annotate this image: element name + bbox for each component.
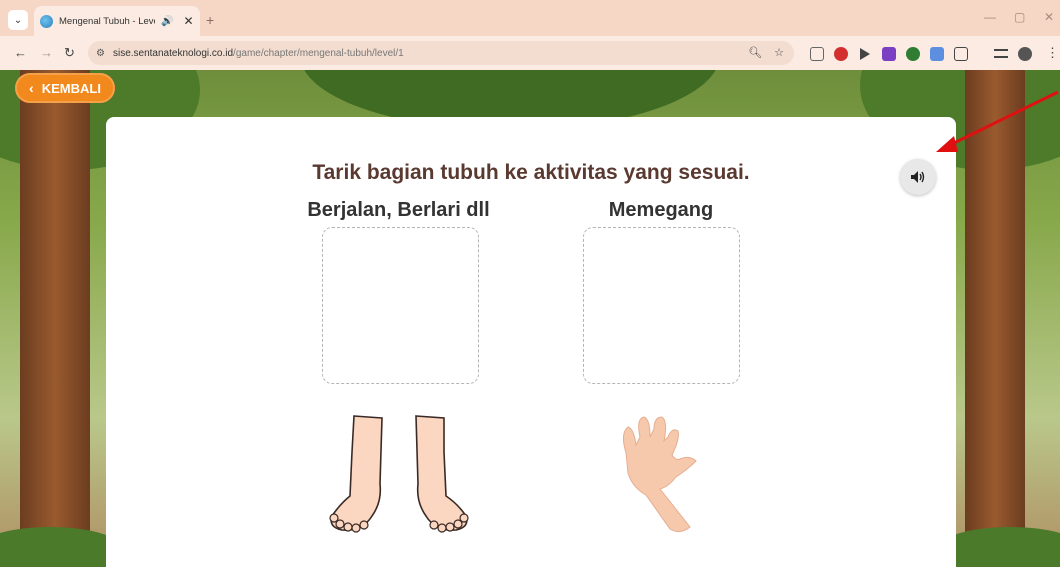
cursor-extension-icon[interactable] — [860, 48, 870, 60]
extension-green-icon[interactable] — [906, 47, 920, 61]
speaker-button[interactable] — [900, 159, 936, 195]
category-title-walking: Berjalan, Berlari dll — [307, 199, 490, 221]
drop-zone-walking[interactable] — [322, 227, 479, 384]
site-favicon-icon — [40, 14, 53, 28]
tree-trunk-right — [965, 70, 1025, 567]
extensions-puzzle-icon[interactable] — [954, 47, 968, 61]
browser-toolbar: ← → ↻ ⚙ sise.sentanateknologi.co.id /gam… — [0, 36, 1060, 70]
address-bar[interactable]: ⚙ sise.sentanateknologi.co.id /game/chap… — [88, 41, 794, 65]
browser-tab-bar: ⌄ Mengenal Tubuh - Level - 1 🔊 ✕ + — ▢ ✕ — [0, 0, 1060, 36]
kembali-button[interactable]: ‹ KEMBALI — [15, 73, 115, 103]
kembali-label: KEMBALI — [41, 80, 101, 96]
tab-search-button[interactable]: ⌄ — [8, 10, 28, 30]
hand-drag-item[interactable] — [606, 415, 716, 535]
minimize-icon[interactable]: — — [984, 10, 996, 24]
chevron-left-icon: ‹ — [29, 80, 34, 96]
speaker-icon — [911, 171, 925, 183]
game-page: ‹ KEMBALI Tarik bagian tubuh ke aktivita… — [0, 70, 1060, 567]
more-menu-icon[interactable]: ⋮ — [1046, 45, 1059, 61]
close-window-icon[interactable]: ✕ — [1044, 10, 1054, 24]
grass-right — [940, 527, 1060, 567]
site-info-icon[interactable]: ⚙ — [96, 48, 105, 59]
instruction-text: Tarik bagian tubuh ke aktivitas yang ses… — [312, 161, 750, 184]
new-tab-button[interactable]: + — [206, 12, 214, 28]
tab-title: Mengenal Tubuh - Level - 1 — [59, 15, 155, 27]
feet-drag-item[interactable] — [324, 412, 474, 537]
browser-tab[interactable]: Mengenal Tubuh - Level - 1 🔊 ✕ — [34, 6, 200, 36]
bookmark-star-icon[interactable]: ☆ — [774, 46, 784, 59]
screenshot-extension-icon[interactable] — [810, 47, 824, 61]
back-arrow-icon[interactable]: ← — [14, 45, 27, 60]
url-path: /game/chapter/mengenal-tubuh/level/1 — [233, 47, 404, 59]
tree-trunk-left — [20, 70, 90, 567]
game-card: Tarik bagian tubuh ke aktivitas yang ses… — [106, 117, 956, 567]
drop-zone-holding[interactable] — [583, 227, 740, 384]
forward-arrow-icon[interactable]: → — [40, 45, 53, 60]
extension-red-icon[interactable] — [834, 47, 848, 61]
profile-avatar-icon[interactable] — [1018, 47, 1032, 61]
reading-list-icon[interactable] — [994, 49, 1008, 58]
extension-purple-icon[interactable] — [882, 47, 896, 61]
reload-icon[interactable]: ↻ — [64, 45, 75, 61]
extension-blue-icon[interactable] — [930, 47, 944, 61]
restore-icon[interactable]: ▢ — [1014, 10, 1025, 24]
url-host: sise.sentanateknologi.co.id — [112, 47, 234, 59]
category-title-holding: Memegang — [608, 199, 714, 221]
grass-left — [0, 527, 120, 567]
tab-close-icon[interactable]: ✕ — [183, 14, 193, 28]
tab-audio-icon[interactable]: 🔊 — [161, 16, 173, 27]
zoom-icon[interactable]: 🔍︎ — [748, 46, 762, 59]
